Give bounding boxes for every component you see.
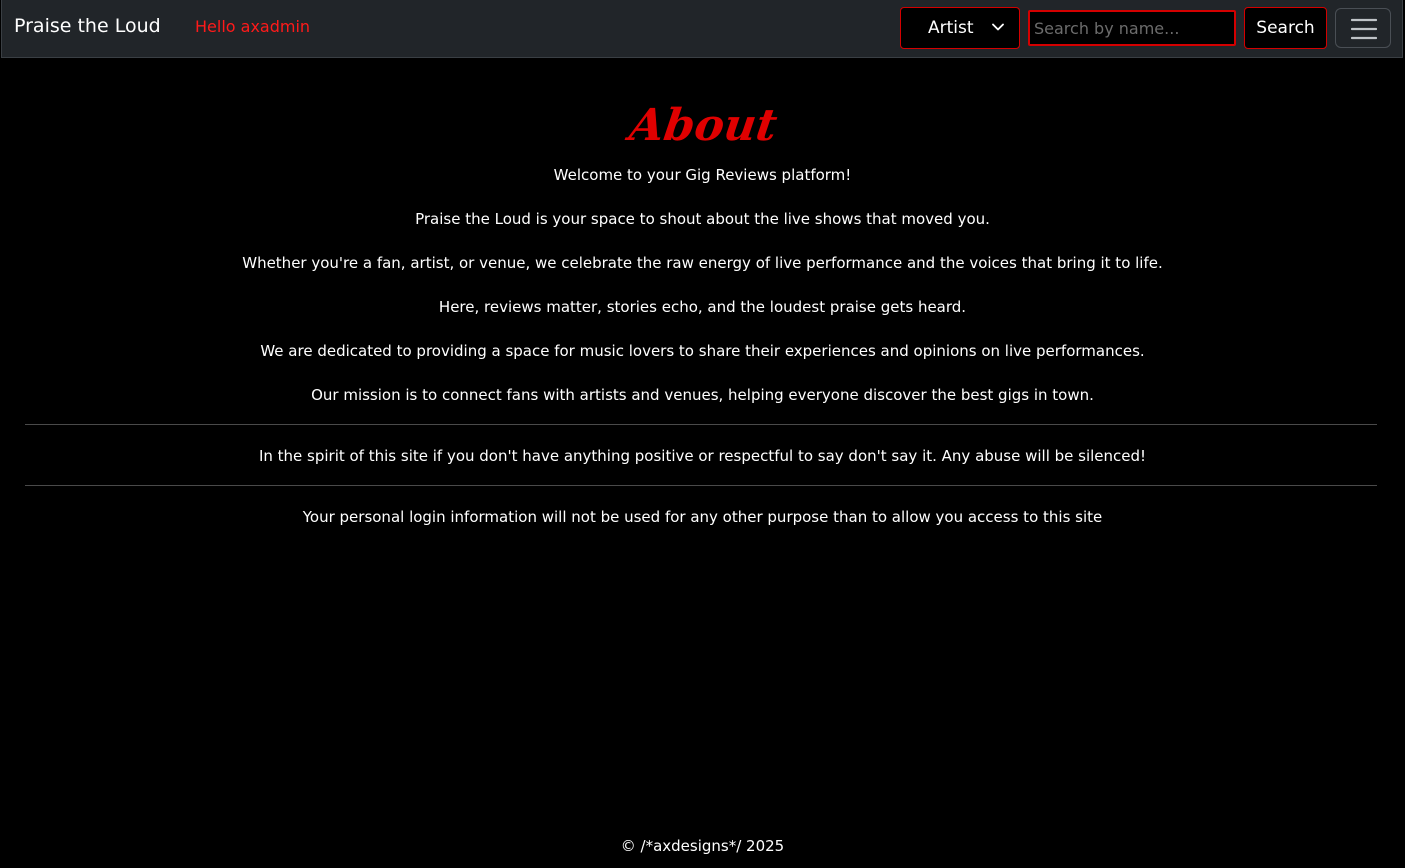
navbar: Praise the Loud Hello axadmin Artist Sea…	[1, 0, 1403, 58]
about-paragraph: Here, reviews matter, stories echo, and …	[438, 298, 967, 316]
about-paragraph: Welcome to your Gig Reviews platform!	[553, 166, 852, 184]
chevron-down-icon	[992, 23, 1004, 31]
navbar-toggler-button[interactable]	[1335, 8, 1391, 48]
search-button[interactable]: Search	[1244, 7, 1327, 49]
brand-link[interactable]: Praise the Loud	[14, 15, 161, 37]
conduct-notice: In the spirit of this site if you don't …	[258, 447, 1147, 465]
page-title-text: About	[623, 99, 780, 151]
page-title-graphic: About	[623, 99, 780, 151]
hamburger-icon	[1351, 18, 1377, 40]
divider	[25, 424, 1377, 425]
about-paragraph: Whether you're a fan, artist, or venue, …	[242, 254, 1163, 272]
search-filter-select[interactable]: Artist	[900, 7, 1020, 49]
user-greeting[interactable]: Hello axadmin	[195, 17, 310, 36]
about-paragraph: We are dedicated to providing a space fo…	[260, 342, 1145, 360]
page-title: About	[0, 88, 1405, 162]
footer-copyright: © /*axdesigns*/ 2025	[620, 837, 785, 855]
search-input[interactable]	[1028, 10, 1236, 46]
privacy-notice: Your personal login information will not…	[302, 508, 1103, 526]
about-paragraph: Our mission is to connect fans with arti…	[311, 386, 1094, 404]
divider	[25, 485, 1377, 486]
about-paragraph: Praise the Loud is your space to shout a…	[415, 210, 990, 228]
search-filter-value: Artist	[928, 18, 974, 38]
